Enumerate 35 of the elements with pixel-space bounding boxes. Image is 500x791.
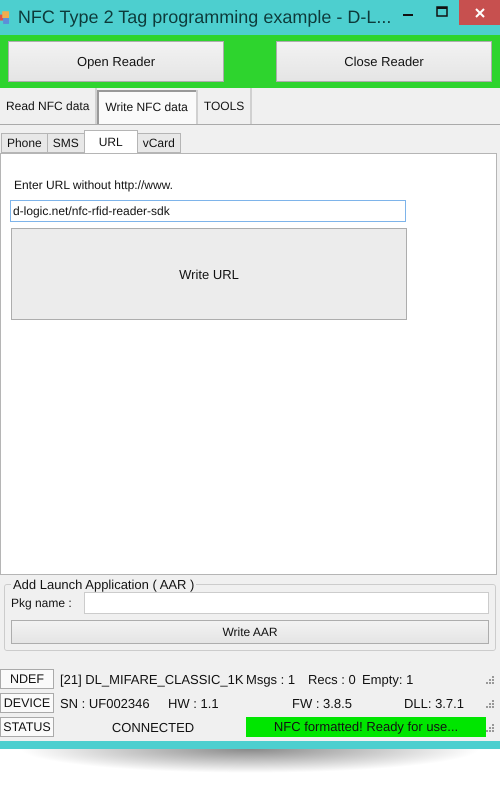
status-text: Recs : 0	[308, 672, 357, 686]
status-text: Empty: 1	[362, 672, 414, 686]
window-title: NFC Type 2 Tag programming example - D-L...	[18, 7, 392, 28]
sub-tab[interactable]: URL	[84, 130, 138, 153]
write-url-button[interactable]: Write URL	[11, 228, 407, 320]
status-text: HW : 1.1	[168, 696, 220, 710]
status-text: FW : 3.8.5	[292, 696, 353, 710]
status-label: DEVICE	[0, 693, 54, 713]
sub-tab[interactable]: SMS	[46, 133, 85, 153]
group-title: Add Launch Application ( AAR )	[12, 577, 196, 592]
url-field[interactable]: d-logic.net/nfc-rfid-reader-sdk	[10, 200, 406, 222]
status-text: [21] DL_MIFARE_CLASSIC_1K	[60, 672, 245, 686]
maximize-icon[interactable]	[436, 6, 448, 18]
close-icon[interactable]	[474, 6, 486, 18]
status-label: STATUS	[0, 717, 54, 737]
status-text: DLL: 3.7.1	[404, 696, 465, 710]
resize-grip-icon	[486, 722, 494, 732]
field-label: Pkg name :	[11, 596, 72, 610]
pkg-name-field[interactable]	[84, 592, 489, 614]
sub-tab[interactable]: vCard	[136, 133, 181, 153]
resize-grip-icon	[486, 698, 494, 708]
status-text: CONNECTED	[110, 720, 196, 734]
status-message: NFC formatted! Ready for use...	[246, 717, 486, 737]
app-icon	[0, 10, 10, 26]
reader-button[interactable]: Open Reader	[8, 41, 224, 82]
write-aar-button[interactable]: Write AAR	[11, 620, 489, 644]
main-tab[interactable]: Write NFC data	[97, 90, 198, 124]
resize-grip-icon	[486, 674, 494, 684]
status-text: SN : UF002346	[60, 696, 151, 710]
status-label: NDEF	[0, 669, 54, 689]
reader-button[interactable]: Close Reader	[276, 41, 492, 82]
sub-tab[interactable]: Phone	[1, 133, 48, 153]
close-button[interactable]	[459, 0, 500, 25]
status-text: Msgs : 1	[246, 672, 296, 686]
url-label: Enter URL without http://www.	[14, 178, 174, 192]
